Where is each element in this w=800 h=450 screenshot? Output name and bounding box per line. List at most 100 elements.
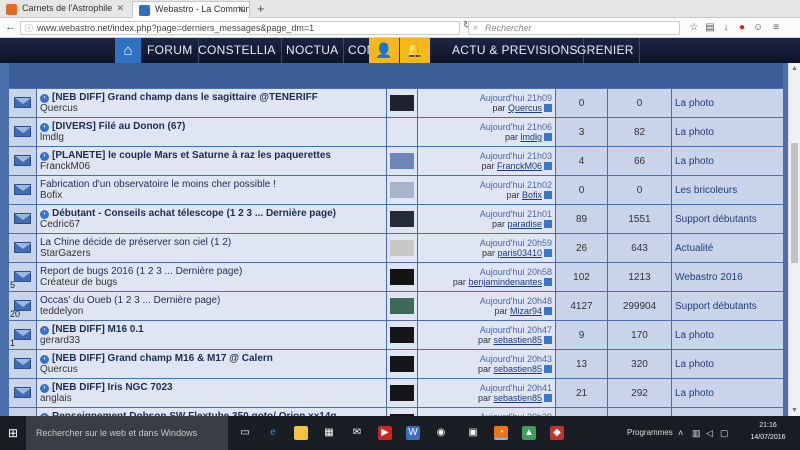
go-to-post-icon[interactable] bbox=[544, 104, 552, 112]
topic-title-link[interactable]: [NEB DIFF] Grand champ M16 & M17 @ Caler… bbox=[52, 353, 273, 364]
new-post-icon[interactable]: › bbox=[40, 210, 49, 219]
topic-title-link[interactable]: [NEB DIFF] Iris NGC 7023 bbox=[52, 382, 173, 393]
windows-start-icon[interactable]: ⊞ bbox=[8, 427, 20, 439]
envelope-icon[interactable] bbox=[14, 387, 31, 399]
topic-author[interactable]: StarGazers bbox=[40, 248, 383, 259]
tray-programs-label[interactable]: Programmes bbox=[627, 428, 673, 437]
home-icon[interactable]: ⌂ bbox=[115, 38, 141, 63]
app-green-icon[interactable]: ▲ bbox=[522, 426, 536, 440]
topic-author[interactable]: anglais bbox=[40, 393, 383, 404]
envelope-icon[interactable] bbox=[14, 358, 31, 370]
new-post-icon[interactable]: › bbox=[40, 94, 49, 103]
envelope-icon[interactable] bbox=[14, 155, 31, 167]
last-post-user-link[interactable]: Bofix bbox=[522, 190, 542, 200]
topic-title-link[interactable]: [PLANETE] le couple Mars et Saturne à ra… bbox=[52, 150, 331, 161]
new-tab-icon[interactable]: + bbox=[257, 1, 265, 16]
go-to-post-icon[interactable] bbox=[544, 307, 552, 315]
new-post-icon[interactable]: › bbox=[40, 123, 49, 132]
topic-thumbnail-image[interactable] bbox=[390, 182, 414, 198]
topic-title-link[interactable]: La Chine décide de préserver son ciel (1… bbox=[40, 237, 231, 248]
envelope-icon[interactable] bbox=[14, 97, 31, 109]
topic-title-link[interactable]: [NEB DIFF] M16 0.1 bbox=[52, 324, 144, 335]
notification-icon[interactable]: ▢ bbox=[720, 428, 729, 439]
last-post-user-link[interactable]: FranckM06 bbox=[497, 161, 542, 171]
forum-name-link[interactable]: Support débutants bbox=[671, 291, 784, 321]
user-icon[interactable]: 👤 bbox=[369, 38, 399, 63]
forum-name-link[interactable]: Les bricoleurs bbox=[671, 175, 784, 205]
app-red-icon[interactable]: ◆ bbox=[550, 426, 564, 440]
topic-author[interactable]: FranckM06 bbox=[40, 161, 383, 172]
tab-webastro[interactable]: Webastro - La Communauté ✕ bbox=[132, 1, 250, 18]
go-to-post-icon[interactable] bbox=[544, 133, 552, 141]
menu-grenier[interactable]: GRENIER bbox=[572, 38, 640, 63]
topic-thumbnail-image[interactable] bbox=[390, 298, 414, 314]
close-tab-icon[interactable]: ✕ bbox=[237, 4, 245, 15]
network-icon[interactable]: ▥ bbox=[692, 428, 701, 439]
forum-name-link[interactable]: Support débutants bbox=[671, 204, 784, 234]
info-icon[interactable]: ⓘ bbox=[25, 23, 33, 34]
forum-name-link[interactable]: La photo bbox=[671, 88, 784, 118]
menu-icon[interactable]: ≡ bbox=[770, 22, 782, 34]
last-post-user-link[interactable]: lmdlg bbox=[520, 132, 542, 142]
menu-constellia[interactable]: CONSTELLIA bbox=[193, 38, 282, 63]
last-post-user-link[interactable]: paradise bbox=[507, 219, 542, 229]
forum-name-link[interactable]: Actualité bbox=[671, 233, 784, 263]
go-to-post-icon[interactable] bbox=[544, 162, 552, 170]
envelope-icon[interactable] bbox=[14, 213, 31, 225]
last-post-user-link[interactable]: sebastien85 bbox=[493, 364, 542, 374]
forum-name-link[interactable]: La photo bbox=[671, 320, 784, 350]
new-post-icon[interactable]: › bbox=[40, 384, 49, 393]
edge-icon[interactable]: e bbox=[266, 426, 280, 440]
url-bar[interactable]: ⓘ www.webastro.net/index.php?page=dernie… bbox=[20, 21, 460, 35]
new-post-icon[interactable]: › bbox=[40, 326, 49, 335]
last-post-user-link[interactable]: paris03410 bbox=[497, 248, 542, 258]
volume-icon[interactable]: ◁ bbox=[706, 428, 713, 439]
topic-thumbnail-image[interactable] bbox=[390, 95, 414, 111]
topic-author[interactable]: Bofix bbox=[40, 190, 383, 201]
topic-title-link[interactable]: Débutant - Conseils achat télescope (1 2… bbox=[52, 208, 336, 219]
last-post-user-link[interactable]: benjamindenantes bbox=[468, 277, 542, 287]
go-to-post-icon[interactable] bbox=[544, 336, 552, 344]
image-app-icon[interactable]: ▣ bbox=[466, 426, 480, 440]
app-icon[interactable]: W bbox=[406, 426, 420, 440]
go-to-post-icon[interactable] bbox=[544, 249, 552, 257]
media-app-icon[interactable]: ▶ bbox=[378, 426, 392, 440]
close-tab-icon[interactable]: ✕ bbox=[116, 3, 124, 14]
go-to-post-icon[interactable] bbox=[544, 220, 552, 228]
star-icon[interactable]: ☆ bbox=[688, 22, 700, 34]
topic-thumbnail-image[interactable] bbox=[390, 211, 414, 227]
forum-name-link[interactable]: La photo bbox=[671, 117, 784, 147]
bell-icon[interactable]: 🔔 bbox=[400, 38, 430, 63]
go-to-post-icon[interactable] bbox=[544, 278, 552, 286]
reading-list-icon[interactable]: ▤ bbox=[704, 22, 716, 34]
go-to-post-icon[interactable] bbox=[544, 394, 552, 402]
forum-name-link[interactable]: La photo bbox=[671, 378, 784, 408]
task-view-icon[interactable]: ▭ bbox=[238, 426, 252, 440]
forum-name-link[interactable]: Matériel général bbox=[671, 407, 784, 416]
mail-icon[interactable]: ✉ bbox=[350, 426, 364, 440]
topic-title-link[interactable]: [NEB DIFF] Grand champ dans le sagittair… bbox=[52, 92, 318, 103]
tab-carnets[interactable]: Carnets de l'Astrophile ✕ bbox=[0, 1, 128, 18]
menu-noctua[interactable]: NOCTUA bbox=[281, 38, 345, 63]
topic-author[interactable]: gerard33 bbox=[40, 335, 383, 346]
last-post-user-link[interactable]: sebastien85 bbox=[493, 393, 542, 403]
addon-icon[interactable]: ● bbox=[736, 22, 748, 34]
forum-name-link[interactable]: Webastro 2016 bbox=[671, 262, 784, 292]
topic-author[interactable]: teddelyon bbox=[40, 306, 383, 317]
new-post-icon[interactable]: › bbox=[40, 355, 49, 364]
topic-thumbnail-image[interactable] bbox=[390, 240, 414, 256]
page-scrollbar[interactable]: ▲ ▼ bbox=[788, 63, 800, 416]
last-post-user-link[interactable]: Mizar94 bbox=[510, 306, 542, 316]
topic-author[interactable]: Cedric67 bbox=[40, 219, 383, 230]
scrollbar-thumb[interactable] bbox=[791, 143, 798, 263]
menu-actu-previsions[interactable]: ACTU & PREVISIONS bbox=[447, 38, 584, 63]
topic-thumbnail-image[interactable] bbox=[390, 356, 414, 372]
envelope-icon[interactable] bbox=[14, 126, 31, 138]
topic-thumbnail-image[interactable] bbox=[390, 269, 414, 285]
topic-author[interactable]: lmdlg bbox=[40, 132, 383, 143]
topic-title-link[interactable]: Occas' du Oueb (1 2 3 ... Dernière page) bbox=[40, 295, 220, 306]
topic-thumbnail-image[interactable] bbox=[390, 153, 414, 169]
store-icon[interactable]: ▦ bbox=[322, 426, 336, 440]
last-post-user-link[interactable]: Quercus bbox=[508, 103, 542, 113]
scroll-down-icon[interactable]: ▼ bbox=[791, 407, 798, 414]
